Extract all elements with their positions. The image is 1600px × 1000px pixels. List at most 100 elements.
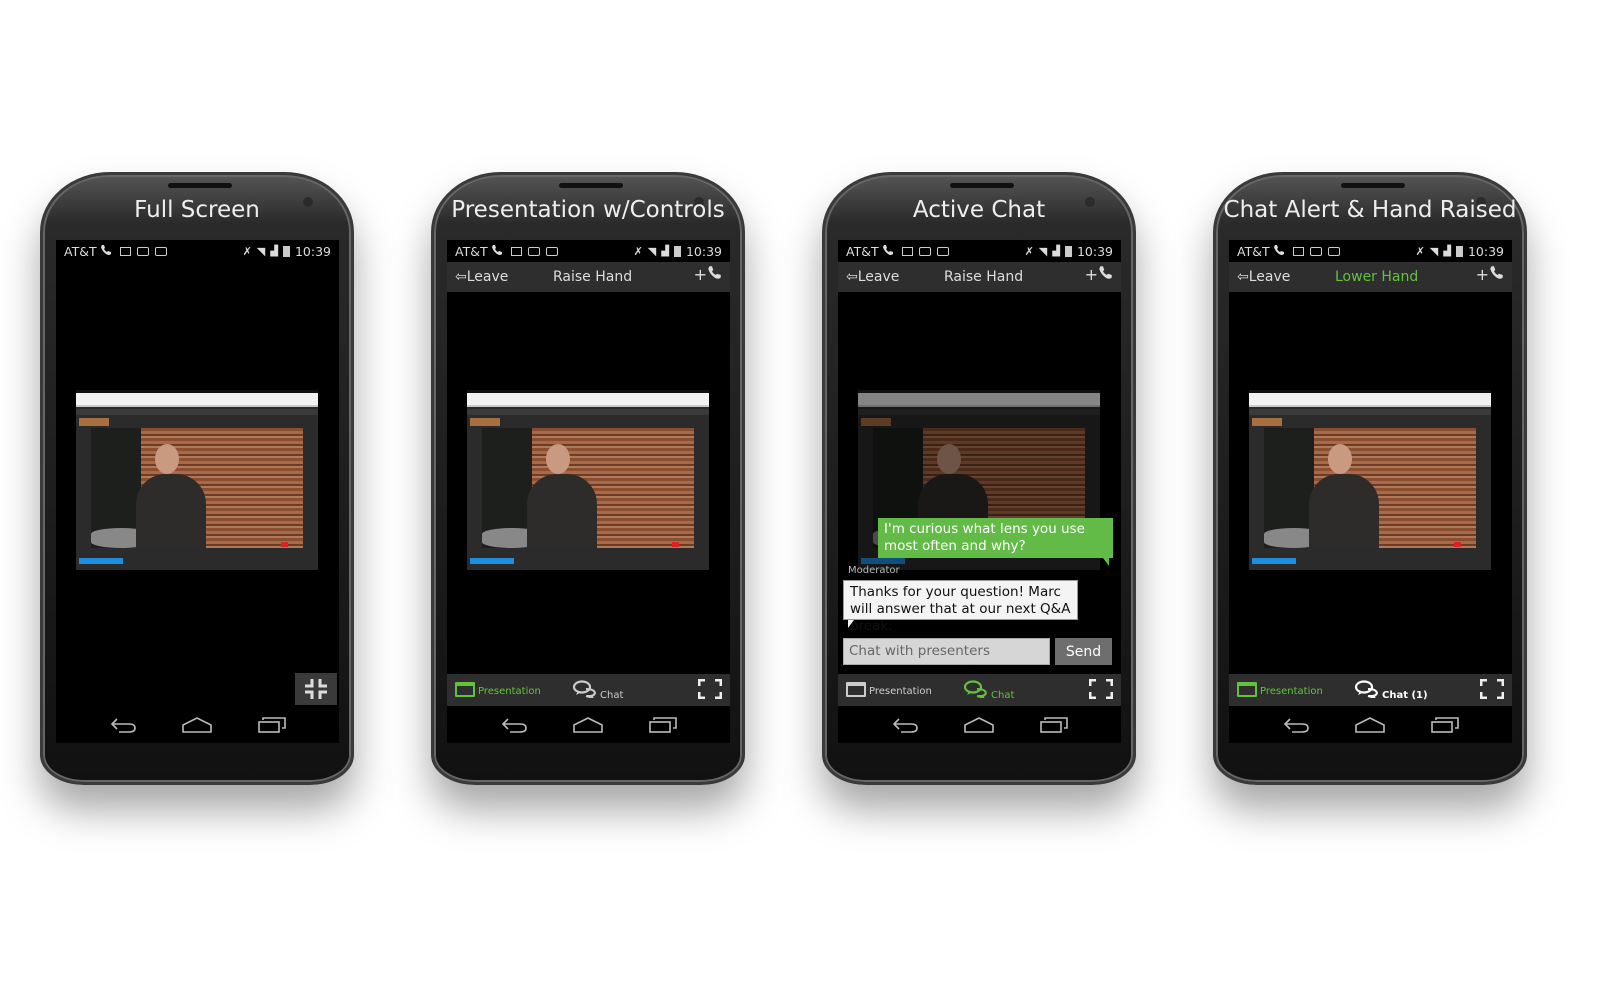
recent-apps-icon[interactable] (1431, 716, 1459, 733)
fullscreen-button[interactable] (1479, 678, 1505, 700)
web-nav (467, 409, 709, 415)
home-icon[interactable] (1355, 716, 1386, 733)
battery-icon (673, 245, 681, 257)
leave-button[interactable]: ⇦Leave (846, 269, 899, 285)
presentation-video[interactable] (467, 390, 709, 570)
tab-presentation[interactable]: Presentation (455, 682, 541, 697)
message-notification-icon (918, 246, 931, 256)
mute-icon: ✗ (242, 244, 252, 258)
home-icon[interactable] (182, 716, 213, 733)
phone-1: Full Screen AT&T ✗ ◥ ▟ 10:39 (40, 172, 354, 785)
presentation-label: Presentation (478, 686, 541, 697)
carrier: AT&T (846, 243, 879, 259)
back-icon[interactable] (109, 717, 137, 733)
phone-icon (707, 265, 722, 284)
presentation-video[interactable] (1249, 390, 1491, 570)
tab-chat[interactable]: Chat (572, 680, 624, 701)
home-icon[interactable] (964, 716, 995, 733)
phone-screen: AT&T ✗ ◥ ▟ 10:39 ⇦Leave Lower Hand + Presentatio… (1229, 240, 1512, 743)
leave-label: Leave (857, 269, 900, 285)
presentation-video[interactable] (76, 390, 318, 570)
back-icon[interactable] (891, 717, 919, 733)
phone-call-icon (882, 244, 894, 259)
back-icon[interactable] (500, 717, 528, 733)
status-bar: AT&T ✗ ◥ ▟ 10:39 (1229, 240, 1512, 262)
chat-label: Chat (1) (1382, 690, 1428, 701)
action-bar: ⇦Leave Raise Hand + (838, 262, 1121, 292)
video-stage (1264, 428, 1476, 548)
course-thumbnail (470, 418, 500, 426)
battery-icon (282, 245, 290, 257)
message-notification-icon (527, 246, 540, 256)
web-button (470, 558, 514, 564)
browser-chrome (1249, 393, 1491, 407)
leave-button[interactable]: ⇦Leave (1237, 269, 1290, 285)
fullscreen-button[interactable] (697, 678, 723, 700)
phone-title: Active Chat (912, 197, 1046, 223)
chat-label: Chat (991, 690, 1015, 701)
wifi-icon: ◥ (1429, 244, 1439, 258)
add-call-button[interactable]: + (1476, 265, 1504, 284)
fullscreen-icon (697, 678, 723, 700)
video-stage (482, 428, 694, 548)
presentation-icon (846, 682, 866, 697)
send-button[interactable]: Send (1055, 638, 1112, 665)
signal-icon: ▟ (1443, 245, 1451, 257)
leave-label: Leave (1248, 269, 1291, 285)
mute-icon: ✗ (1415, 244, 1425, 258)
tab-chat[interactable]: Chat (1) (1354, 680, 1428, 701)
phone-call-icon (491, 244, 503, 259)
action-bar: ⇦Leave Lower Hand + (1229, 262, 1512, 292)
home-icon[interactable] (573, 716, 604, 733)
presentation-icon (1237, 682, 1257, 697)
raise-hand-button[interactable]: Raise Hand (553, 269, 632, 285)
phone-call-icon (1273, 244, 1285, 259)
add-call-button[interactable]: + (1085, 265, 1113, 284)
message-notification-icon (545, 246, 558, 256)
presentation-label: Presentation (869, 686, 932, 697)
message-notification-icon (136, 246, 149, 256)
phone-title: Chat Alert & Hand Raised (1223, 197, 1517, 223)
back-icon[interactable] (1282, 717, 1310, 733)
exit-fullscreen-icon (305, 679, 327, 699)
android-nav-bar (56, 706, 339, 743)
phone-3: Active Chat AT&T ✗ ◥ ▟ 10:39 ⇦Leave Raise Hand +… (822, 172, 1136, 785)
signal-icon: ▟ (270, 245, 278, 257)
phone-icon (1098, 265, 1113, 284)
phone-screen: AT&T ✗ ◥ ▟ 10:39 ⇦Leave Raise Hand + I'm curious… (838, 240, 1121, 743)
fullscreen-button[interactable] (1088, 678, 1114, 700)
raise-hand-button[interactable]: Raise Hand (944, 269, 1023, 285)
leave-label: Leave (466, 269, 509, 285)
recent-apps-icon[interactable] (649, 716, 677, 733)
tab-chat[interactable]: Chat (963, 680, 1015, 701)
action-bar: ⇦Leave Raise Hand + (447, 262, 730, 292)
web-button (1252, 558, 1296, 564)
tab-presentation[interactable]: Presentation (846, 682, 932, 697)
moderator-label: Moderator (848, 565, 900, 576)
image-notification-icon (1292, 246, 1304, 256)
add-call-button[interactable]: + (694, 265, 722, 284)
user-chat-message: I'm curious what lens you use most often… (878, 518, 1113, 566)
android-nav-bar (447, 706, 730, 743)
plus-label: + (1475, 265, 1489, 284)
lower-hand-button[interactable]: Lower Hand (1335, 269, 1418, 285)
exit-fullscreen-button[interactable] (295, 673, 337, 705)
presentation-icon (455, 682, 475, 697)
web-nav (76, 409, 318, 415)
recent-apps-icon[interactable] (258, 716, 286, 733)
fullscreen-icon (1479, 678, 1505, 700)
message-notification-icon (1309, 246, 1322, 256)
course-thumbnail (1252, 418, 1282, 426)
leave-button[interactable]: ⇦Leave (455, 269, 508, 285)
moderator-chat-message: Thanks for your question! Marc will answ… (843, 580, 1078, 634)
chat-input-placeholder: Chat with presenters (849, 643, 990, 659)
web-nav (1249, 409, 1491, 415)
chat-input[interactable]: Chat with presenters (843, 638, 1050, 665)
recent-apps-icon[interactable] (1040, 716, 1068, 733)
carrier: AT&T (455, 243, 488, 259)
tab-presentation[interactable]: Presentation (1237, 682, 1323, 697)
chat-label: Chat (600, 690, 624, 701)
wifi-icon: ◥ (256, 244, 266, 258)
clock: 10:39 (1467, 243, 1504, 259)
chat-icon (572, 680, 597, 701)
